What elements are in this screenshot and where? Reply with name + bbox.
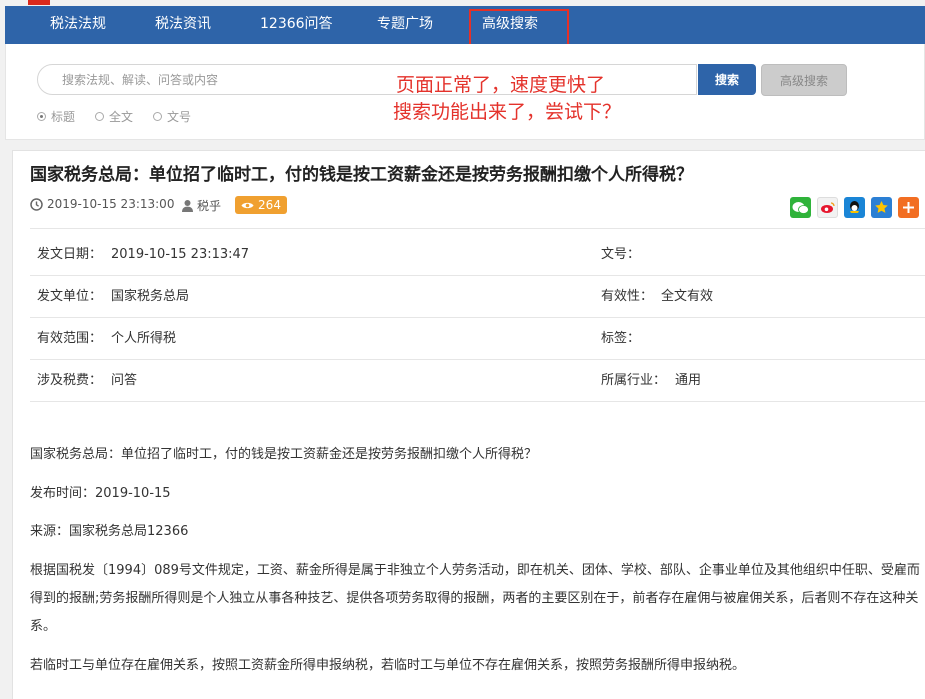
info-label: 有效性： [601,289,654,304]
radio-unselected-icon [153,112,162,121]
share-weibo-icon[interactable] [817,197,838,218]
info-label: 标签： [601,331,641,346]
radio-doc-number[interactable]: 文号 [153,108,191,125]
article-paragraph: 若临时工与单位存在雇佣关系，按照工资薪金所得申报纳税，若临时工与单位不存在雇佣关… [30,658,746,673]
radio-fulltext[interactable]: 全文 [95,108,133,125]
brand-mark [28,0,50,5]
radio-doc-number-label: 文号 [167,110,192,124]
info-label: 发文日期： [37,247,103,262]
search-button[interactable]: 搜索 [698,64,756,95]
main-nav: 税法法规 税法资讯 12366问答 专题广场 高级搜索 [5,6,925,44]
info-row: 发文日期： 2019-10-15 23:13:47 文号： [30,234,925,276]
info-value: 通用 [675,373,702,388]
nav-item-news[interactable]: 税法资讯 [155,6,211,44]
info-label: 文号： [601,247,641,262]
view-count-badge: 264 [235,196,287,214]
info-value: 2019-10-15 23:13:47 [111,247,250,262]
annotation-line-2: 搜索功能出来了，尝试下？ [393,101,622,123]
share-wechat-icon[interactable] [790,197,811,218]
article-paragraph: 根据国税发〔1994〕089号文件规定，工资、薪金所得是属于非独立个人劳务活动，… [30,563,920,634]
info-label: 所属行业： [601,373,667,388]
publish-time-text: 2019-10-15 23:13:00 [47,197,175,211]
article-publish-date: 发布时间：2019-10-15 [30,486,171,501]
share-qq-icon[interactable] [844,197,865,218]
info-row: 发文单位： 国家税务总局 有效性： 全文有效 [30,276,925,318]
view-count: 264 [258,198,281,212]
publish-time: 2019-10-15 23:13:00 [30,197,174,211]
annotation-line-1: 页面正常了，速度更快了 [396,74,606,96]
author-name: 税乎 [197,199,222,213]
info-row: 有效范围： 个人所得税 标签： [30,318,925,360]
article-paragraph: 国家税务总局：单位招了临时工，付的钱是按工资薪金还是按劳务报酬扣缴个人所得税？ [30,447,538,462]
info-row: 涉及税费： 问答 所属行业： 通用 [30,360,925,402]
nav-item-12366-qa[interactable]: 12366问答 [260,6,333,44]
radio-title[interactable]: 标题 [37,108,75,125]
radio-selected-icon [37,112,46,121]
info-value: 全文有效 [661,289,714,304]
share-qzone-icon[interactable] [871,197,892,218]
nav-item-laws[interactable]: 税法法规 [50,6,106,44]
user-icon [182,200,193,212]
info-value: 个人所得税 [111,331,177,346]
info-value: 问答 [111,373,138,388]
nav-item-topics[interactable]: 专题广场 [377,6,433,44]
article-source: 来源：国家税务总局12366 [30,524,189,539]
info-table-top-border [30,228,925,229]
info-label: 发文单位： [37,289,103,304]
info-label: 有效范围： [37,331,103,346]
radio-title-label: 标题 [51,110,76,124]
advanced-search-button[interactable]: 高级搜索 [761,64,847,96]
author: 税乎 [181,197,221,214]
article-title: 国家税务总局：单位招了临时工，付的钱是按工资薪金还是按劳务报酬扣缴个人所得税？ [30,165,693,185]
clock-icon [30,197,43,211]
radio-fulltext-label: 全文 [109,110,134,124]
info-label: 涉及税费： [37,373,103,388]
eye-icon [241,202,254,208]
share-more-icon[interactable] [898,197,919,218]
info-value: 国家税务总局 [111,289,190,304]
radio-unselected-icon [95,112,104,121]
